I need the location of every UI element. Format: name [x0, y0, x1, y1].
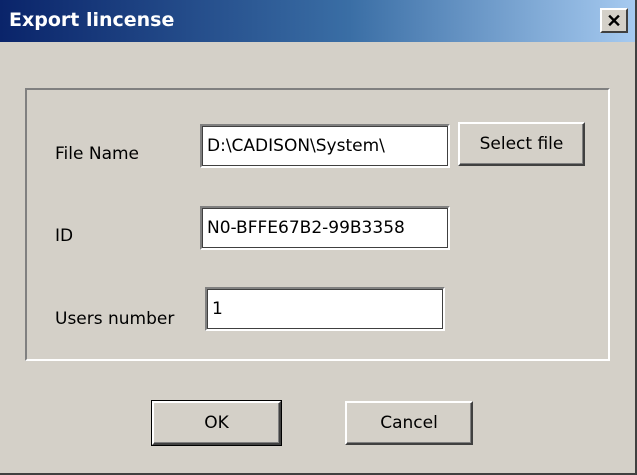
users-number-input[interactable]: [210, 292, 440, 326]
id-input[interactable]: [205, 211, 445, 245]
select-file-button[interactable]: Select file: [458, 122, 585, 166]
title-bar[interactable]: Export lincense ✕: [0, 0, 635, 42]
close-button[interactable]: ✕: [600, 8, 628, 33]
cancel-button[interactable]: Cancel: [345, 401, 473, 445]
file-name-label: File Name: [55, 144, 140, 164]
close-icon: ✕: [606, 10, 622, 31]
export-license-dialog: Export lincense ✕ File Name Select file …: [0, 0, 637, 475]
ok-button[interactable]: OK: [151, 400, 282, 446]
users-number-field-frame: [205, 287, 445, 331]
file-name-field-frame: [200, 124, 450, 168]
dialog-title: Export lincense: [9, 9, 175, 31]
file-name-input[interactable]: [205, 129, 445, 163]
id-label: ID: [55, 226, 74, 246]
users-number-label: Users number: [55, 309, 175, 329]
id-field-frame: [200, 206, 450, 250]
